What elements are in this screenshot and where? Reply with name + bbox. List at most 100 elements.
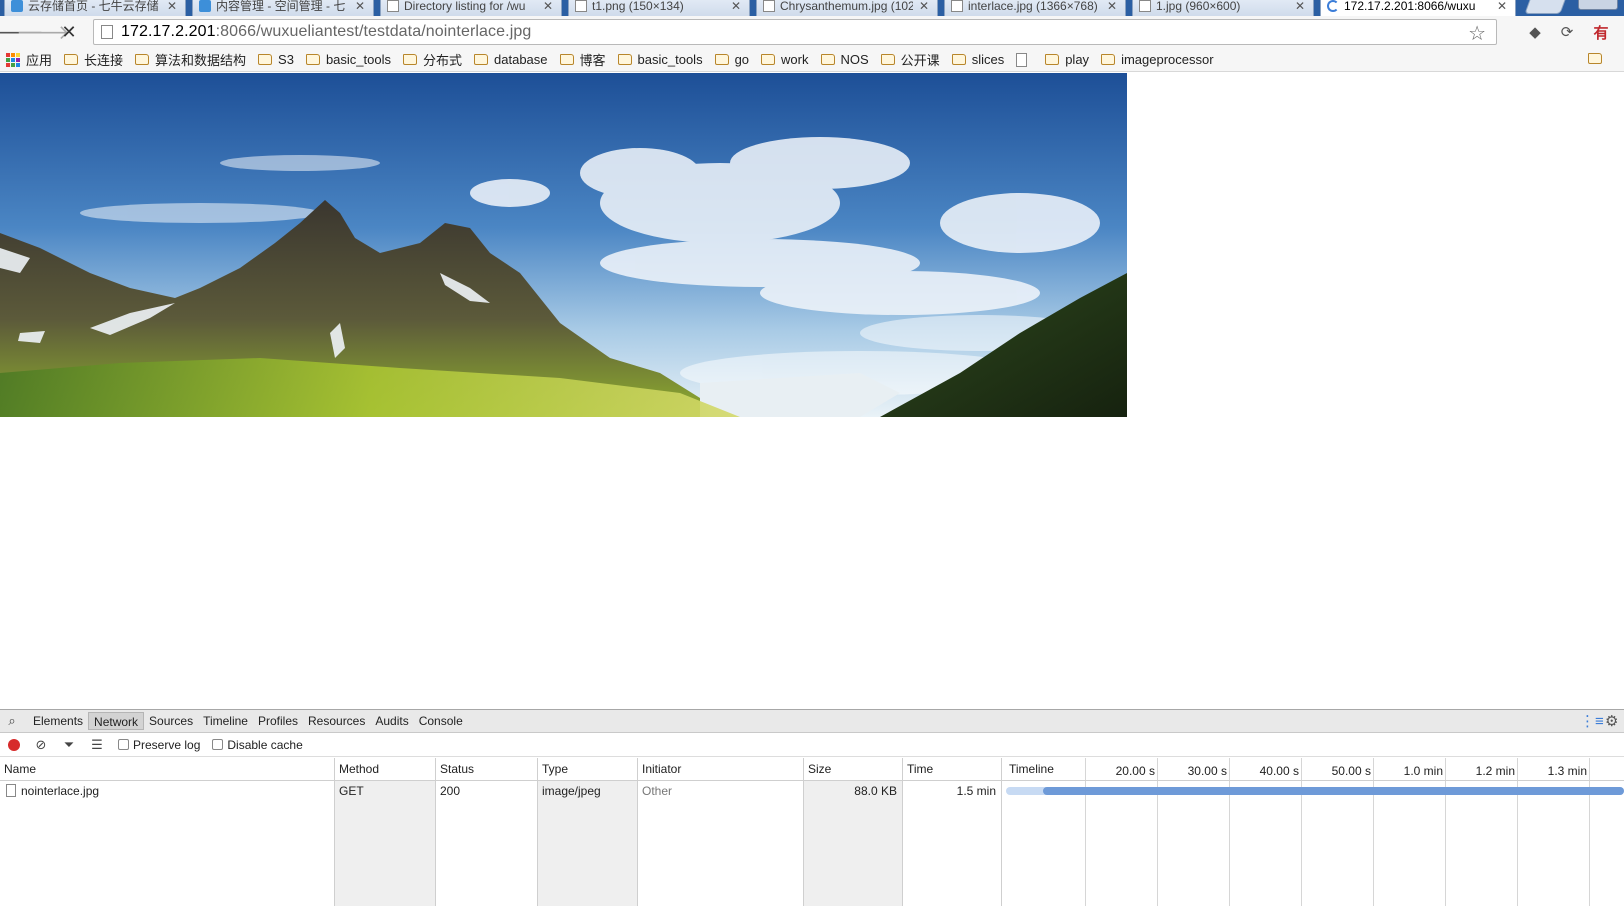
show-drawer-icon[interactable]: ⋮≡: [1580, 712, 1604, 730]
browser-toolbar: 🡐 🡒 ✕ 172.17.2.201:8066/wuxueliantest/te…: [0, 16, 1624, 48]
bookmark-label: imageprocessor: [1121, 52, 1214, 67]
browser-tab-active[interactable]: 172.17.2.201:8066/wuxu ✕: [1320, 0, 1516, 16]
filter-icon[interactable]: ⏷: [62, 737, 76, 753]
window-controls[interactable]: [1578, 0, 1618, 10]
page-icon: [575, 0, 587, 12]
bookmark-label: work: [781, 52, 809, 67]
tab-sources[interactable]: Sources: [144, 712, 198, 730]
bookmark-item[interactable]: go: [714, 52, 750, 67]
forward-arrow-icon[interactable]: 🡒: [16, 19, 70, 45]
sync-icon[interactable]: ⟳: [1556, 21, 1578, 43]
bookmark-item[interactable]: 算法和数据结构: [135, 50, 246, 69]
close-tab-icon[interactable]: ✕: [1107, 0, 1117, 13]
close-tab-icon[interactable]: ✕: [1295, 0, 1305, 13]
column-header-size[interactable]: Size: [804, 758, 902, 780]
column-header-name[interactable]: Name: [0, 758, 334, 780]
checkbox-box[interactable]: [212, 739, 224, 750]
address-bar[interactable]: 172.17.2.201:8066/wuxueliantest/testdata…: [93, 19, 1497, 45]
bookmark-item[interactable]: 分布式: [403, 50, 462, 69]
devtools-tabbar: ⌕ Elements Network Sources Timeline Prof…: [0, 710, 1624, 733]
browser-tab[interactable]: Directory listing for /wu ✕: [380, 0, 562, 16]
browser-tab[interactable]: t1.png (150×134) ✕: [568, 0, 750, 16]
request-size-cell: 88.0 KB: [854, 784, 897, 798]
bookmark-item[interactable]: database: [474, 52, 548, 67]
bookmark-label: play: [1065, 52, 1090, 67]
address-url[interactable]: 172.17.2.201:8066/wuxueliantest/testdata…: [121, 23, 531, 41]
column-header-method[interactable]: Method: [335, 758, 435, 780]
folder-icon: [951, 54, 966, 65]
record-icon[interactable]: [8, 738, 20, 751]
folder-icon: [820, 54, 835, 65]
browser-tab[interactable]: 1.jpg (960×600) ✕: [1132, 0, 1314, 16]
stop-loading-icon[interactable]: ✕: [56, 19, 82, 45]
bookmark-star-icon[interactable]: ☆: [1468, 21, 1486, 46]
bookmark-item[interactable]: basic_tools: [305, 52, 391, 67]
dictionary-extension-icon[interactable]: 有: [1590, 21, 1612, 43]
bookmark-label: go: [734, 52, 750, 67]
bookmark-label: NOS: [840, 52, 869, 67]
browser-tab[interactable]: 云存储首页 - 七牛云存储 ✕: [4, 0, 186, 16]
preserve-log-label: Preserve log: [133, 737, 201, 752]
folder-icon: [559, 54, 574, 65]
column-header-time[interactable]: Time: [903, 758, 1001, 780]
bookmark-label: 应用: [26, 53, 53, 68]
close-tab-icon[interactable]: ✕: [919, 0, 929, 13]
bookmark-item[interactable]: 公开课: [880, 50, 940, 69]
close-tab-icon[interactable]: ✕: [543, 0, 553, 13]
tab-elements[interactable]: Elements: [28, 712, 88, 730]
tab-profiles[interactable]: Profiles: [253, 712, 303, 730]
column-header-timeline[interactable]: Timeline: [1005, 758, 1085, 780]
extension-icon[interactable]: ◆: [1524, 21, 1546, 43]
settings-gear-icon[interactable]: ⚙: [1605, 712, 1618, 730]
request-method-cell: GET: [339, 784, 364, 798]
bookmark-label: S3: [278, 52, 294, 67]
request-name-cell[interactable]: nointerlace.jpg: [2, 781, 332, 801]
tab-audits[interactable]: Audits: [370, 712, 413, 730]
checkbox-box[interactable]: [118, 739, 129, 750]
bookmark-label: 博客: [579, 53, 606, 68]
new-tab-button[interactable]: [1524, 0, 1568, 14]
folder-icon: [1101, 54, 1116, 65]
folder-icon: [880, 54, 895, 65]
browser-tab[interactable]: 内容管理 - 空间管理 - 七 ✕: [192, 0, 374, 16]
bookmark-item[interactable]: 博客: [559, 50, 606, 69]
list-view-icon[interactable]: ☰: [90, 737, 104, 753]
search-icon[interactable]: ⌕: [0, 710, 24, 732]
bookmark-item[interactable]: [1016, 52, 1033, 67]
column-header-type[interactable]: Type: [538, 758, 637, 780]
column-header-initiator[interactable]: Initiator: [638, 758, 803, 780]
bookmark-item[interactable]: play: [1045, 52, 1089, 67]
tab-resources[interactable]: Resources: [303, 712, 370, 730]
folder-icon: [474, 54, 489, 65]
bookmark-label: database: [494, 52, 548, 67]
bookmark-item[interactable]: basic_tools: [617, 52, 703, 67]
column-header-status[interactable]: Status: [436, 758, 536, 780]
clear-icon[interactable]: ⊘: [34, 737, 48, 753]
close-tab-icon[interactable]: ✕: [1497, 0, 1507, 13]
folder-icon: [305, 54, 320, 65]
bookmark-item[interactable]: work: [761, 52, 809, 67]
close-tab-icon[interactable]: ✕: [167, 0, 177, 13]
browser-tab[interactable]: Chrysanthemum.jpg (1024 ✕: [756, 0, 938, 16]
bookmark-label: 分布式: [423, 53, 463, 68]
browser-tab[interactable]: interlace.jpg (1366×768) ✕: [944, 0, 1126, 16]
bookmark-item[interactable]: 应用: [6, 50, 52, 69]
tab-network[interactable]: Network: [88, 712, 145, 730]
tab-timeline[interactable]: Timeline: [198, 712, 253, 730]
tab-strip: 云存储首页 - 七牛云存储 ✕ 内容管理 - 空间管理 - 七 ✕ Direct…: [0, 0, 1624, 16]
close-tab-icon[interactable]: ✕: [355, 0, 365, 13]
other-bookmarks-folder[interactable]: [1588, 53, 1608, 64]
bookmark-item[interactable]: NOS: [820, 52, 869, 67]
request-status-cell: 200: [440, 784, 461, 798]
preserve-log-checkbox[interactable]: Preserve log: [118, 738, 200, 752]
bookmark-item[interactable]: imageprocessor: [1101, 52, 1214, 67]
close-tab-icon[interactable]: ✕: [731, 0, 741, 13]
request-initiator-cell: Other: [642, 784, 673, 798]
bookmark-item[interactable]: slices: [951, 52, 1004, 67]
bookmark-item[interactable]: S3: [258, 52, 294, 67]
tab-console[interactable]: Console: [414, 712, 468, 730]
devtools-panel: ⌕ Elements Network Sources Timeline Prof…: [0, 709, 1624, 906]
bookmark-item[interactable]: 长连接: [64, 50, 123, 69]
folder-icon: [403, 54, 417, 65]
disable-cache-checkbox[interactable]: Disable cache: [212, 738, 303, 752]
